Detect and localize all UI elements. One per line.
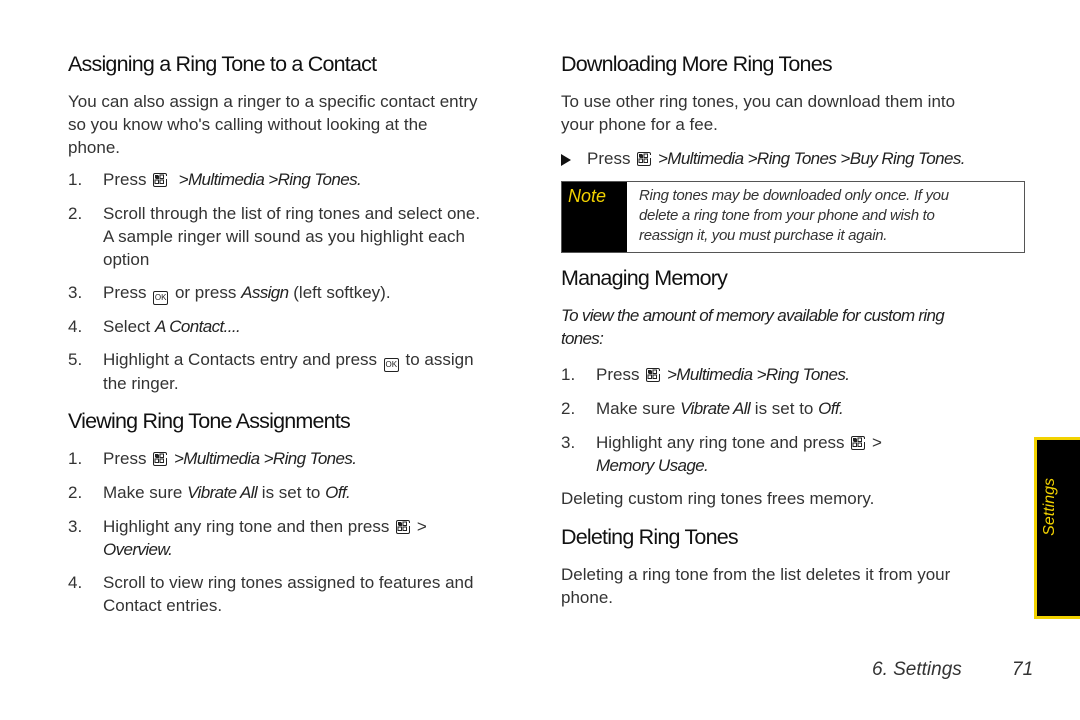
section-side-tab: Settings [1034, 437, 1080, 619]
menu-key-icon [851, 436, 868, 450]
section-title-viewing: Viewing Ring Tone Assignments [68, 409, 351, 433]
memory-outro: Deleting custom ring tones frees memory. [561, 489, 875, 508]
section-title-memory: Managing Memory [561, 266, 728, 290]
side-tab-label: Settings [1041, 478, 1058, 536]
menu-key-icon [153, 173, 170, 187]
menu-key-icon [637, 152, 654, 166]
deleting-body: Deleting a ring tone from the list delet… [561, 565, 951, 607]
ok-key-icon: OK [383, 358, 399, 372]
footer-section: 6. Settings [872, 659, 962, 680]
downloading-bullet: Press >Multimedia >Ring Tones >Buy Ring … [561, 147, 1031, 170]
bullet-arrow-icon [561, 154, 571, 166]
page-number: 71 [1012, 659, 1034, 680]
note-box: Note Ring tones may be downloaded only o… [561, 181, 1025, 253]
note-label: Note [562, 182, 627, 252]
assigning-intro: You can also assign a ringer to a specif… [68, 92, 478, 157]
menu-key-icon [646, 368, 663, 382]
memory-intro: To view the amount of memory available f… [561, 306, 945, 348]
ok-key-icon: OK [153, 291, 169, 305]
section-title-downloading: Downloading More Ring Tones [561, 52, 833, 76]
menu-key-icon [396, 520, 413, 534]
menu-key-icon [153, 452, 170, 466]
section-title-assigning: Assigning a Ring Tone to a Contact [68, 52, 377, 76]
section-title-deleting: Deleting Ring Tones [561, 525, 739, 549]
note-text: Ring tones may be downloaded only once. … [639, 187, 949, 244]
downloading-intro: To use other ring tones, you can downloa… [561, 92, 956, 134]
